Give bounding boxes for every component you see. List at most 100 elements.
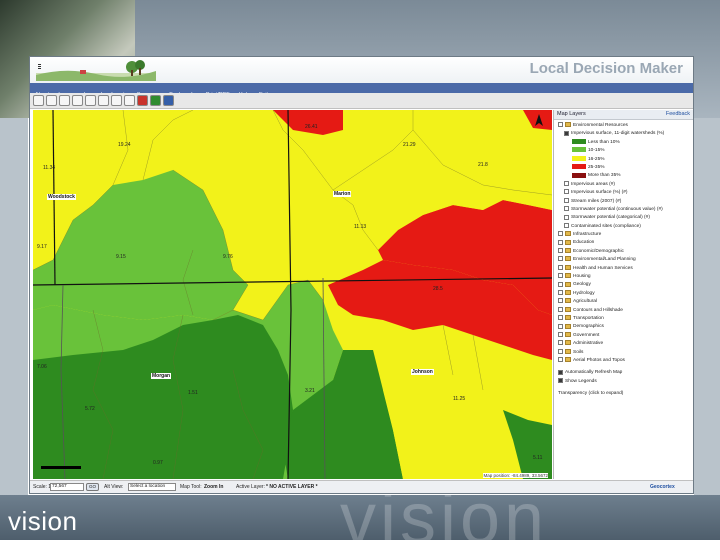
layer-checkbox[interactable] bbox=[558, 315, 563, 321]
layer-label: Demographics bbox=[573, 324, 604, 330]
layer-item[interactable]: Impervious surface, 11-digit watersheds … bbox=[558, 130, 693, 138]
layer-item[interactable]: Infrastructure bbox=[558, 231, 693, 239]
active-layer-label: Active Layer: bbox=[236, 484, 265, 490]
layer-item[interactable]: Environmental/Land Planning bbox=[558, 256, 693, 264]
zoom-in-icon[interactable] bbox=[33, 95, 44, 106]
slide-footer-word: vision bbox=[8, 506, 78, 536]
layer-item[interactable]: Government bbox=[558, 332, 693, 340]
option-item[interactable]: Automatically Refresh Map bbox=[558, 369, 693, 377]
option-item[interactable]: Show Legends bbox=[558, 377, 693, 386]
layer-item[interactable]: Economic/Demographic bbox=[558, 248, 693, 256]
layer-item[interactable]: Impervious areas (#) bbox=[558, 180, 693, 189]
layer-checkbox[interactable] bbox=[564, 180, 569, 186]
layer-checkbox[interactable] bbox=[558, 348, 563, 354]
map-value-label: 21.8 bbox=[478, 162, 488, 168]
layer-checkbox[interactable] bbox=[558, 323, 563, 329]
layer-label: Infrastructure bbox=[573, 232, 602, 238]
layer-item[interactable]: Impervious surface (%) (#) bbox=[558, 189, 693, 197]
view-select[interactable]: Select a location bbox=[128, 483, 176, 491]
measure-icon[interactable] bbox=[137, 95, 148, 106]
layer-checkbox[interactable] bbox=[564, 130, 569, 136]
layer-item[interactable]: Demographics bbox=[558, 323, 693, 331]
identify-icon[interactable] bbox=[111, 95, 122, 106]
slide-left-strip bbox=[0, 118, 28, 495]
select-icon[interactable] bbox=[150, 95, 161, 106]
layer-label: Less than 10% bbox=[588, 139, 620, 145]
layer-checkbox[interactable] bbox=[558, 332, 563, 337]
layer-checkbox[interactable] bbox=[558, 122, 563, 128]
map-view[interactable]: 19.24 11.34 21.29 21.8 26.41 11.13 9.17 … bbox=[33, 110, 552, 479]
layer-item[interactable]: Environmental Resources bbox=[558, 122, 693, 130]
slide-right-strip bbox=[694, 118, 720, 495]
next-extent-icon[interactable] bbox=[98, 95, 109, 106]
layer-label: Impervious areas (#) bbox=[571, 181, 615, 187]
layer-item[interactable]: Contaminated sites (compliance) bbox=[558, 222, 693, 231]
folder-icon bbox=[565, 264, 571, 270]
legend-swatch bbox=[572, 155, 586, 161]
layer-checkbox[interactable] bbox=[558, 298, 563, 304]
previous-extent-icon[interactable] bbox=[85, 95, 96, 106]
layer-item[interactable]: Aerial Photos and Topos bbox=[558, 357, 693, 365]
folder-icon bbox=[565, 239, 571, 245]
map-value-label: 19.24 bbox=[118, 142, 131, 148]
layer-item[interactable]: Soils bbox=[558, 348, 693, 357]
layer-checkbox[interactable] bbox=[558, 231, 563, 237]
layer-label: Contaminated sites (compliance) bbox=[571, 223, 641, 229]
scale-input[interactable]: 72,567 bbox=[50, 483, 84, 491]
full-extent-icon[interactable] bbox=[72, 95, 83, 106]
layer-checkbox[interactable] bbox=[558, 264, 563, 270]
layer-item[interactable]: Administrative bbox=[558, 340, 693, 348]
map-layers-panel: Map Layers Feedback Environmental Resour… bbox=[553, 110, 693, 479]
watershed-map[interactable] bbox=[33, 110, 552, 479]
layer-checkbox[interactable] bbox=[564, 214, 569, 220]
layer-checkbox[interactable] bbox=[564, 222, 569, 228]
layer-item[interactable]: Education bbox=[558, 239, 693, 247]
map-value-label: 7.06 bbox=[37, 364, 47, 370]
layer-label: Transportation bbox=[573, 315, 604, 321]
layer-item[interactable]: Stream miles (2007) (#) bbox=[558, 197, 693, 206]
layer-item[interactable]: Geology bbox=[558, 281, 693, 289]
layer-item[interactable]: Stormwater potential (continuous value) … bbox=[558, 206, 693, 214]
clear-icon[interactable] bbox=[163, 95, 174, 106]
layer-checkbox[interactable] bbox=[558, 306, 563, 312]
folder-icon bbox=[565, 306, 571, 312]
layer-checkbox[interactable] bbox=[558, 256, 563, 262]
layer-label: Aerial Photos and Topos bbox=[573, 357, 625, 363]
legend-item: Less than 10% bbox=[558, 139, 693, 147]
layer-checkbox[interactable] bbox=[564, 197, 569, 203]
layer-checkbox[interactable] bbox=[558, 248, 563, 254]
zoom-out-icon[interactable] bbox=[46, 95, 57, 106]
layer-checkbox[interactable] bbox=[564, 206, 569, 212]
layer-checkbox[interactable] bbox=[558, 340, 563, 346]
folder-icon bbox=[565, 348, 571, 354]
feedback-link[interactable]: Feedback bbox=[666, 111, 690, 117]
transparency-toggle[interactable]: Transparency (click to expand) bbox=[558, 390, 693, 398]
option-checkbox[interactable] bbox=[558, 377, 563, 383]
map-tool-value: Zoom In bbox=[204, 484, 224, 490]
layer-checkbox[interactable] bbox=[558, 239, 563, 245]
layer-item[interactable]: Agricultural bbox=[558, 298, 693, 306]
layer-label: 10-15% bbox=[588, 148, 605, 154]
layer-item[interactable]: Hydrology bbox=[558, 290, 693, 298]
layer-checkbox[interactable] bbox=[558, 273, 563, 279]
folder-icon bbox=[565, 273, 571, 279]
layer-item[interactable]: Health and Human Services bbox=[558, 264, 693, 273]
layer-item[interactable]: Contours and Hillshade bbox=[558, 306, 693, 315]
folder-icon bbox=[565, 231, 571, 237]
layer-label: Education bbox=[573, 240, 595, 246]
layer-label: Soils bbox=[573, 349, 584, 355]
layer-item[interactable]: Stormwater potential (categorical) (#) bbox=[558, 214, 693, 222]
layer-checkbox[interactable] bbox=[558, 290, 563, 296]
layer-item[interactable]: Housing bbox=[558, 273, 693, 281]
folder-icon bbox=[565, 315, 571, 321]
layer-checkbox[interactable] bbox=[558, 281, 563, 287]
option-checkbox[interactable] bbox=[558, 369, 563, 375]
map-value-label: 9.76 bbox=[223, 254, 233, 260]
go-button[interactable]: GO bbox=[86, 483, 100, 491]
layer-checkbox[interactable] bbox=[558, 357, 563, 363]
layer-item[interactable]: Transportation bbox=[558, 315, 693, 323]
layer-checkbox[interactable] bbox=[564, 189, 569, 195]
info-icon[interactable] bbox=[124, 95, 135, 106]
layer-list: Environmental Resources Impervious surfac… bbox=[554, 120, 693, 365]
pan-icon[interactable] bbox=[59, 95, 70, 106]
